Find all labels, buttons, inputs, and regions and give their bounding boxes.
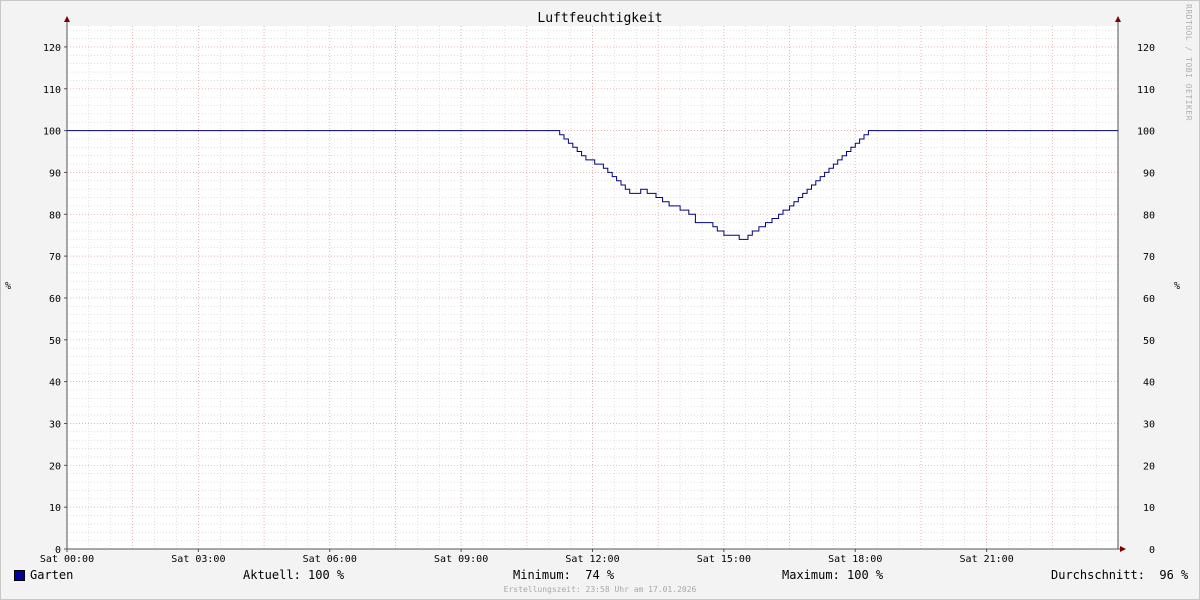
- y-tick-label-right: 40: [1143, 378, 1155, 389]
- y-tick-label-left: 100: [43, 127, 61, 138]
- legend-current: Aktuell: 100 %: [243, 568, 344, 582]
- legend-max-label: Maximum:: [782, 568, 840, 582]
- x-tick-label: Sat 12:00: [565, 554, 619, 565]
- y-tick-label-right: 20: [1143, 461, 1155, 472]
- y-tick-label-left: 60: [49, 294, 61, 305]
- y-tick-label-left: 70: [49, 252, 61, 263]
- legend-min-label: Minimum:: [513, 568, 571, 582]
- x-tick-label: Sat 00:00: [40, 554, 94, 565]
- y-tick-labels-right: 0 10 20 30 40 50 60 70 80 90 100 110 120: [1137, 43, 1155, 556]
- creation-timestamp: Erstellungszeit: 23:58 Uhr am 17.01.2026: [503, 585, 697, 594]
- legend-average: Durchschnitt: 96 %: [1051, 568, 1188, 582]
- y-tick-label-left: 20: [49, 461, 61, 472]
- y-axis-label-right: %: [1174, 281, 1181, 292]
- y-tick-label-right: 10: [1143, 503, 1155, 514]
- y-tick-label-right: 120: [1137, 43, 1155, 54]
- legend-avg-label: Durchschnitt:: [1051, 568, 1145, 582]
- rrdtool-watermark: RRDTOOL / TOBI OETIKER: [1184, 4, 1193, 121]
- x-tick-label: Sat 09:00: [434, 554, 488, 565]
- x-tick-label: Sat 03:00: [171, 554, 225, 565]
- legend-current-label: Aktuell:: [243, 568, 301, 582]
- legend-swatch-garten: [14, 570, 25, 581]
- chart-title: Luftfeuchtigkeit: [537, 11, 663, 26]
- legend-current-value: 100 %: [308, 568, 345, 582]
- legend-minimum: Minimum: 74 %: [513, 568, 614, 582]
- y-tick-label-right: 90: [1143, 168, 1155, 179]
- y-tick-label-left: 30: [49, 419, 61, 430]
- x-tick-label: Sat 06:00: [303, 554, 357, 565]
- legend-avg-value: 96 %: [1159, 568, 1189, 582]
- y-tick-label-left: 90: [49, 168, 61, 179]
- y-tick-label-right: 50: [1143, 336, 1155, 347]
- y-tick-label-right: 70: [1143, 252, 1155, 263]
- legend-min-value: 74 %: [585, 568, 615, 582]
- x-tick-label: Sat 21:00: [960, 554, 1014, 565]
- y-tick-label-right: 110: [1137, 85, 1155, 96]
- x-tick-label: Sat 15:00: [697, 554, 751, 565]
- y-tick-label-right: 60: [1143, 294, 1155, 305]
- y-tick-label-right: 100: [1137, 127, 1155, 138]
- legend-series-name: Garten: [30, 568, 74, 582]
- x-tick-label: Sat 18:00: [828, 554, 882, 565]
- y-tick-label-left: 40: [49, 378, 61, 389]
- y-tick-label-left: 10: [49, 503, 61, 514]
- y-tick-label-right: 0: [1149, 545, 1155, 556]
- humidity-chart: 0 10 20 30 40 50 60 70 80 90 100 110 120 0 10 20 30 40 50…: [40, 16, 1155, 565]
- legend-max-value: 100 %: [847, 568, 884, 582]
- y-tick-labels-left: 0102030405060708090100110120: [43, 43, 61, 556]
- legend-maximum: Maximum: 100 %: [782, 568, 883, 582]
- y-tick-label-right: 80: [1143, 210, 1155, 221]
- y-tick-label-left: 110: [43, 85, 61, 96]
- y-axis-label-left: %: [5, 281, 12, 292]
- y-tick-label-left: 120: [43, 43, 61, 54]
- y-tick-label-left: 80: [49, 210, 61, 221]
- y-tick-label-right: 30: [1143, 419, 1155, 430]
- x-axis-arrow-icon: [1120, 546, 1126, 552]
- x-tick-labels: Sat 00:00 Sat 03:00 Sat 06:00 Sat 09:00 Sat …: [40, 554, 1014, 565]
- y-tick-label-left: 50: [49, 336, 61, 347]
